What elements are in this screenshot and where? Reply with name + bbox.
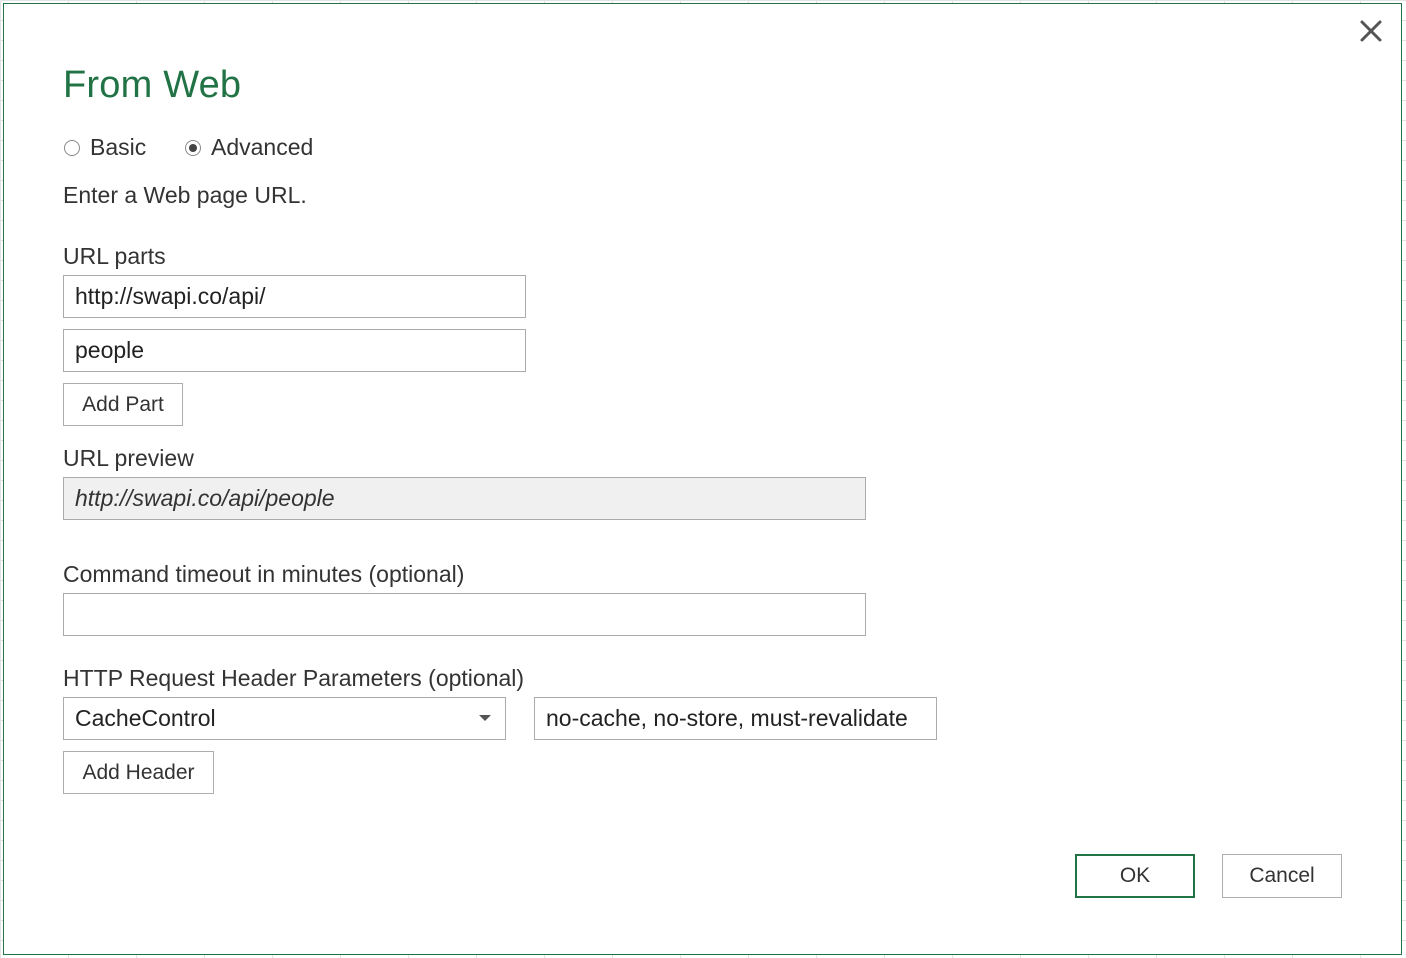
header-name-dropdown[interactable]: CacheControl [63, 697, 506, 740]
add-header-button[interactable]: Add Header [63, 751, 214, 794]
radio-basic-label: Basic [90, 134, 147, 160]
url-preview-field: http://swapi.co/api/people [63, 477, 866, 520]
instruction-text: Enter a Web page URL. [63, 182, 307, 208]
close-button[interactable] [1354, 14, 1388, 48]
url-part-input-2[interactable]: people [63, 329, 526, 372]
url-part-input-1[interactable]: http://swapi.co/api/ [63, 275, 526, 318]
timeout-label: Command timeout in minutes (optional) [63, 561, 465, 587]
radio-advanced-label: Advanced [211, 134, 314, 160]
chevron-down-icon [479, 715, 491, 721]
cancel-button[interactable]: Cancel [1222, 854, 1342, 898]
url-preview-label: URL preview [63, 445, 194, 471]
add-part-button[interactable]: Add Part [63, 383, 183, 426]
radio-basic[interactable]: Basic [64, 134, 146, 161]
radio-advanced-circle[interactable] [185, 139, 201, 156]
radio-advanced[interactable]: Advanced [185, 134, 313, 161]
timeout-input[interactable] [63, 593, 866, 636]
ok-button[interactable]: OK [1075, 854, 1195, 898]
header-value-input[interactable]: no-cache, no-store, must-revalidate [534, 697, 937, 740]
url-parts-label: URL parts [63, 243, 166, 269]
close-icon [1360, 20, 1382, 42]
radio-basic-circle[interactable] [64, 139, 80, 156]
headers-label: HTTP Request Header Parameters (optional… [63, 665, 525, 691]
from-web-dialog: From Web Basic Advanced Enter a Web page… [3, 3, 1402, 955]
header-name-value: CacheControl [75, 705, 216, 731]
dialog-title: From Web [63, 64, 242, 106]
